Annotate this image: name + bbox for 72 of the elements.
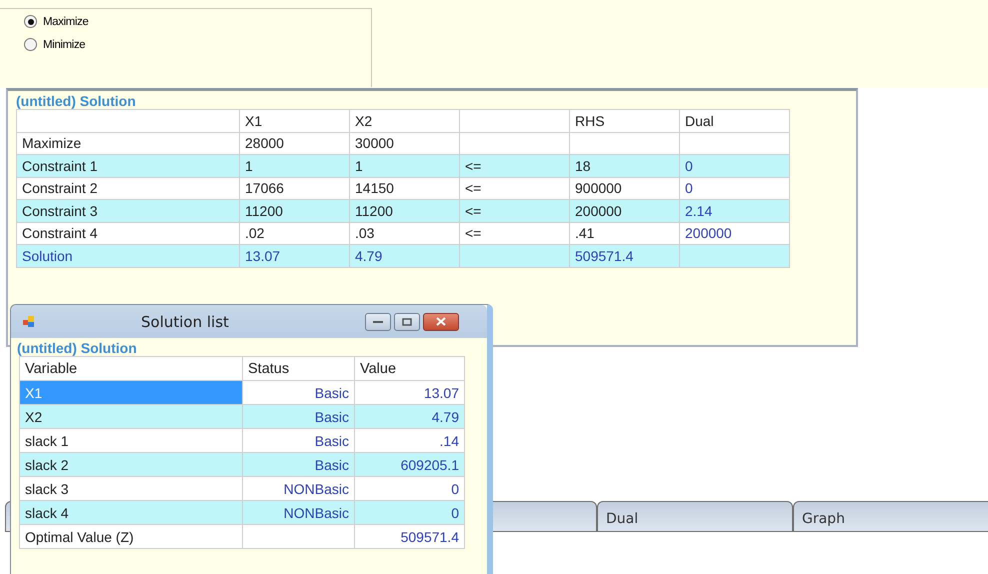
table-cell: <= — [465, 202, 482, 219]
table-cell: .02 — [245, 225, 264, 242]
solution-heading: (untitled) Solution — [16, 339, 138, 356]
column-header: X1 — [245, 112, 262, 129]
tab[interactable]: Dual — [597, 501, 793, 532]
radio-option[interactable]: Maximize — [24, 15, 371, 28]
table-cell: .14 — [440, 432, 459, 448]
table-cell: 30000 — [355, 135, 394, 152]
table-cell: Basic — [314, 408, 349, 424]
table-cell: Solution — [22, 248, 73, 264]
table-cell: NONBasic — [284, 504, 349, 520]
table-cell: 900000 — [575, 180, 622, 196]
tab[interactable]: Graph — [793, 501, 988, 532]
table-cell: 1 — [355, 158, 363, 174]
table-cell: 0 — [451, 480, 459, 496]
table-cell: 18 — [575, 158, 591, 174]
maximize-button[interactable] — [394, 312, 420, 330]
minimize-icon — [373, 320, 383, 324]
table-cell: 4.79 — [355, 248, 382, 264]
column-header: Variable — [25, 360, 78, 376]
column-header: Status — [248, 360, 290, 376]
table-cell: slack 1 — [25, 432, 69, 448]
table-cell: NONBasic — [284, 480, 349, 496]
column-header: X2 — [355, 112, 372, 129]
table-cell: 1 — [245, 158, 253, 174]
table-cell: 17066 — [245, 180, 284, 196]
close-button[interactable] — [423, 312, 459, 330]
table-cell: <= — [465, 180, 482, 196]
window-title: Solution list — [141, 312, 229, 330]
radio-option[interactable]: Minimize — [24, 38, 371, 51]
close-icon — [436, 317, 446, 326]
table-cell: Constraint 3 — [22, 202, 98, 219]
table-cell: Constraint 1 — [22, 158, 98, 174]
minimize-button[interactable] — [365, 312, 391, 330]
table-cell: 28000 — [245, 135, 284, 152]
table-cell: 14150 — [355, 180, 394, 196]
table-cell: 609205.1 — [400, 456, 459, 472]
table-cell: Basic — [314, 384, 349, 400]
table-cell: 509571.4 — [575, 248, 634, 264]
table-cell: Constraint 2 — [22, 180, 98, 196]
table-cell: Constraint 4 — [22, 225, 98, 242]
table-cell: <= — [465, 225, 482, 242]
table-cell: .41 — [575, 225, 594, 242]
solution-heading: (untitled) Solution — [16, 93, 137, 109]
table-cell: X2 — [25, 408, 42, 424]
column-header: Dual — [685, 112, 714, 129]
table-cell: Basic — [314, 456, 349, 472]
table-cell: 200000 — [575, 202, 622, 219]
column-header: Value — [360, 360, 396, 376]
table-cell: X1 — [25, 384, 42, 400]
table-cell: 200000 — [685, 225, 732, 242]
table-cell: <= — [465, 158, 482, 174]
table-cell: 11200 — [355, 202, 393, 219]
column-header: RHS — [575, 112, 605, 129]
table-cell: 0 — [685, 180, 693, 196]
table-cell: 0 — [451, 504, 459, 520]
table-cell: Optimal Value (Z) — [25, 528, 134, 544]
table-cell: 509571.4 — [400, 528, 459, 544]
table-cell: 2.14 — [685, 202, 712, 219]
table-cell: 11200 — [245, 202, 283, 219]
app-icon — [23, 316, 35, 328]
table-cell: 4.79 — [432, 408, 459, 424]
table-cell: Maximize — [22, 135, 82, 152]
table-cell: 13.07 — [245, 248, 280, 264]
maximize-icon — [402, 318, 412, 326]
table-cell: slack 3 — [25, 480, 69, 496]
table-cell: 0 — [685, 158, 693, 174]
table-cell: 13.07 — [424, 384, 459, 400]
table-cell: .03 — [355, 225, 374, 242]
table-cell: slack 2 — [25, 456, 69, 472]
table-cell: slack 4 — [25, 504, 69, 520]
table-cell: Basic — [314, 432, 349, 448]
